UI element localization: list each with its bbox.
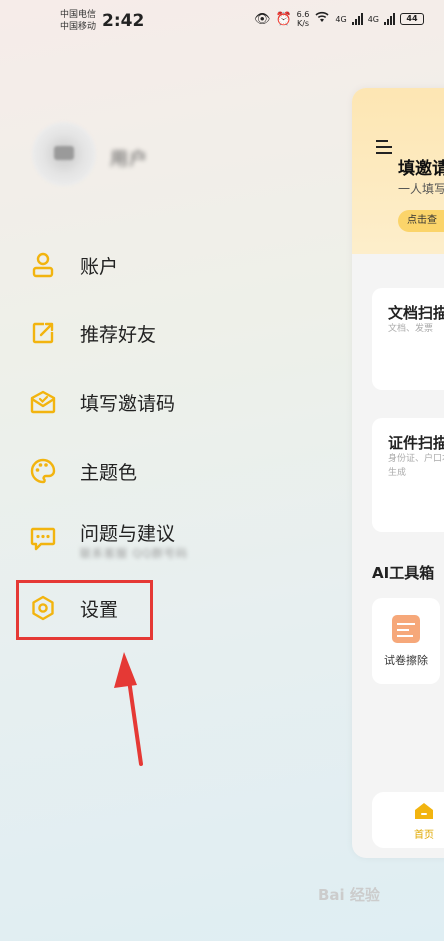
- menu-item-invite-code[interactable]: 填写邀请码: [28, 387, 175, 417]
- avatar-image: [54, 146, 74, 160]
- menu-item-account[interactable]: 账户: [28, 250, 118, 280]
- home-icon[interactable]: [414, 802, 434, 820]
- tool-title: 文档扫描: [388, 304, 444, 322]
- invite-banner[interactable]: 填邀请 一人填写 点击查: [352, 88, 444, 254]
- status-bar: 中国电信 中国移动 2:42 👁 ⏰ 6.6 K/s 4G 4G 44: [0, 0, 444, 44]
- menu-label: 账户: [80, 255, 119, 278]
- palette-icon: [28, 456, 58, 486]
- banner-title: 填邀请: [398, 159, 444, 179]
- net-type-1: 4G: [335, 14, 347, 24]
- banner-subtitle: 一人填写: [398, 182, 444, 196]
- ai-tool-label: 试卷擦除: [384, 654, 428, 667]
- menu-icon[interactable]: [376, 140, 392, 154]
- tool-desc: 身份证、户口本生成: [388, 454, 444, 478]
- menu-label: 问题与建议: [80, 522, 176, 545]
- tool-card-id-scan[interactable]: 证件扫描 身份证、户口本生成: [372, 418, 444, 532]
- menu-label: 主题色: [80, 461, 138, 484]
- feedback-subtitle: 联系客服 QQ群号码: [80, 547, 188, 560]
- eye-icon: 👁: [253, 11, 271, 27]
- carrier-names: 中国电信 中国移动: [60, 9, 96, 33]
- tool-card-doc-scan[interactable]: 文档扫描 文档、发票: [372, 288, 444, 390]
- bottom-nav: 首页: [372, 792, 444, 848]
- annotation-arrow: [114, 652, 143, 766]
- envelope-icon: [28, 387, 58, 417]
- net-type-2: 4G: [367, 14, 379, 24]
- ai-tool-exam-erase[interactable]: 试卷擦除: [372, 598, 440, 684]
- exam-paper-icon: [392, 615, 420, 643]
- tool-title: 证件扫描: [388, 434, 444, 452]
- watermark: Bai 经验: [318, 886, 380, 904]
- status-icons: 👁 ⏰ 6.6 K/s 4G 4G 44: [254, 10, 424, 28]
- menu-label: 推荐好友: [80, 323, 157, 346]
- battery-icon: 44: [400, 13, 424, 25]
- main-screen: 填邀请 一人填写 点击查 文档扫描 文档、发票 证件扫描 身份证、户口本生成 A…: [352, 88, 444, 858]
- chat-icon: [28, 524, 58, 554]
- user-icon: [28, 250, 58, 280]
- carrier-1: 中国电信: [60, 10, 97, 20]
- tool-desc: 文档、发票: [388, 324, 434, 334]
- alarm-icon: ⏰: [275, 11, 292, 27]
- carrier-2: 中国移动: [60, 22, 97, 32]
- username[interactable]: 用户: [110, 145, 148, 171]
- settings-highlight-box: [16, 580, 153, 640]
- wifi-icon: [314, 11, 330, 27]
- menu-item-recommend[interactable]: 推荐好友: [28, 318, 156, 348]
- nav-home-label[interactable]: 首页: [372, 826, 444, 841]
- network-speed: 6.6 K/s: [296, 10, 310, 28]
- ai-section-title: AI工具箱: [372, 564, 435, 582]
- menu-item-theme[interactable]: 主题色: [28, 456, 137, 486]
- menu-label: 填写邀请码: [80, 392, 176, 415]
- banner-button[interactable]: 点击查: [398, 210, 444, 232]
- signal-icon-2: [384, 13, 395, 25]
- avatar[interactable]: [32, 122, 96, 186]
- signal-icon-1: [351, 13, 363, 25]
- share-icon: [28, 318, 58, 348]
- status-time: 2:42: [102, 11, 145, 31]
